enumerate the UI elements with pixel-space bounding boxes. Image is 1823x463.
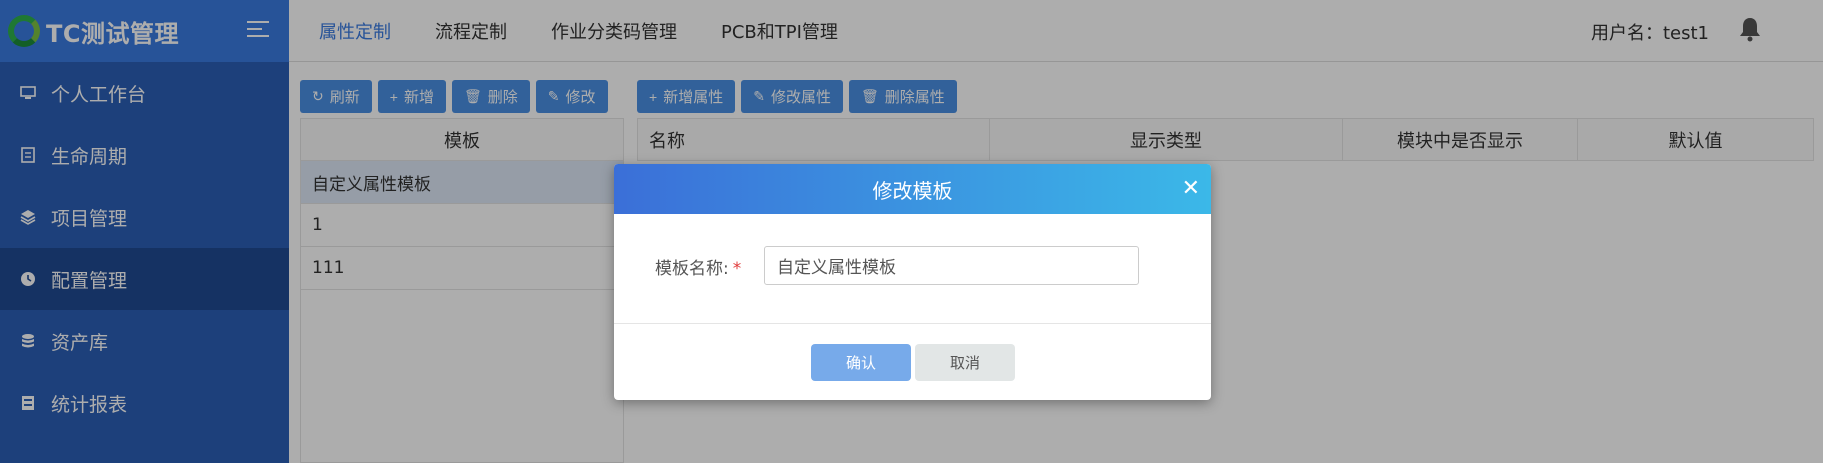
dialog-footer: 确认 取消 (614, 324, 1211, 400)
close-icon[interactable]: ✕ (1182, 178, 1200, 200)
template-name-label: 模板名称: * (655, 259, 742, 279)
cancel-button[interactable]: 取消 (915, 344, 1015, 381)
dialog-title: 修改模板 (872, 178, 953, 203)
dialog-body: 模板名称: * (614, 214, 1211, 324)
dialog-header: 修改模板 ✕ (614, 164, 1211, 214)
template-name-input[interactable] (764, 246, 1139, 285)
edit-template-dialog: 修改模板 ✕ 模板名称:* 确认 取消 (614, 164, 1211, 400)
required-mark: * (732, 259, 742, 279)
confirm-button[interactable]: 确认 (811, 344, 911, 381)
